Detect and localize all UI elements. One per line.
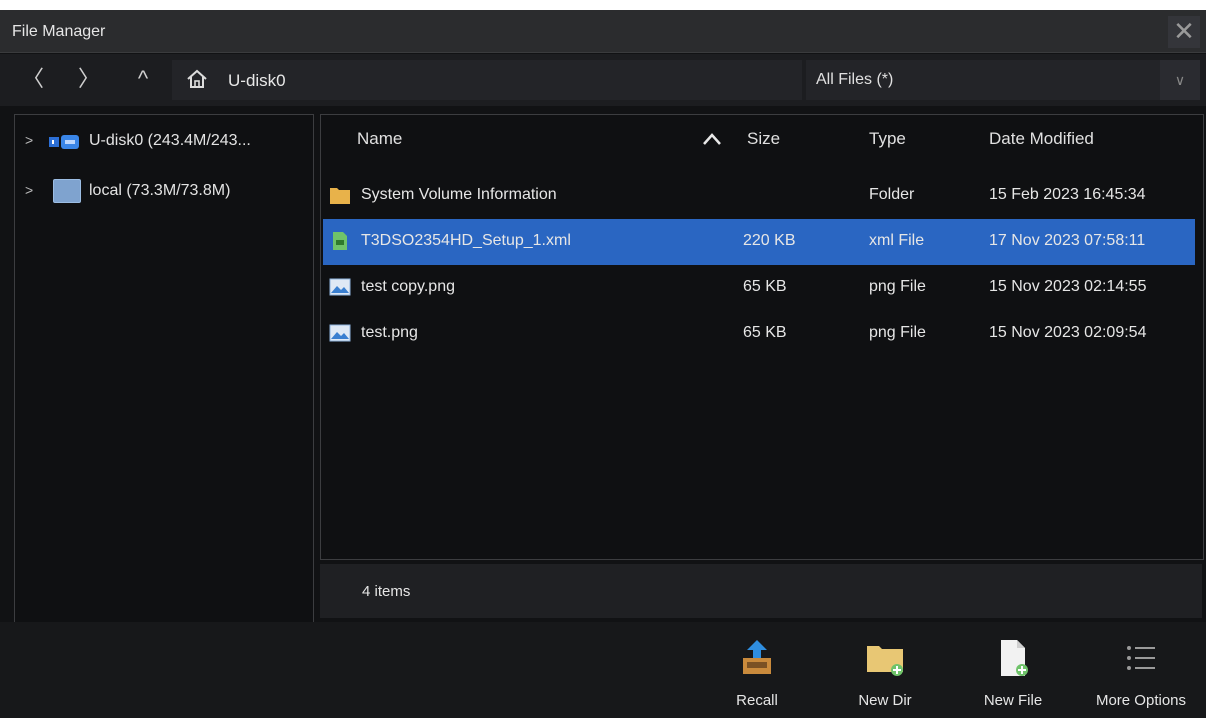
up-button[interactable]: ^ <box>128 64 158 94</box>
more-options-label: More Options <box>1095 692 1187 709</box>
table-row[interactable]: test copy.png 65 KB png File 15 Nov 2023… <box>323 265 1195 311</box>
file-date: 15 Feb 2023 16:45:34 <box>989 186 1146 203</box>
tree-item-u-disk0[interactable]: > U-disk0 (243.4M/243... <box>15 127 313 157</box>
usb-drive-icon <box>49 135 79 149</box>
file-date: 15 Nov 2023 02:14:55 <box>989 278 1147 295</box>
image-file-icon <box>329 324 351 342</box>
chevron-right-icon[interactable]: > <box>25 132 33 148</box>
file-size: 220 KB <box>743 232 796 249</box>
forward-button[interactable]: 〉 <box>74 64 104 94</box>
sort-ascending-icon[interactable] <box>703 133 721 145</box>
back-button[interactable]: 〈 <box>18 64 48 94</box>
file-type: Folder <box>869 186 915 203</box>
column-header-type-label: Type <box>869 129 906 148</box>
file-size: 65 KB <box>743 278 787 295</box>
new-dir-label: New Dir <box>858 692 912 709</box>
drive-tree: > U-disk0 (243.4M/243... > local (73.3M/… <box>14 114 314 624</box>
path-bar[interactable]: U-disk0 <box>172 60 802 100</box>
tree-item-label: local (73.3M/73.8M) <box>89 182 231 199</box>
local-drive-icon <box>53 179 81 203</box>
column-header-name[interactable]: Name <box>321 115 741 165</box>
home-icon[interactable] <box>186 68 208 90</box>
file-type: png File <box>869 324 926 341</box>
table-row[interactable]: test.png 65 KB png File 15 Nov 2023 02:0… <box>323 311 1195 357</box>
file-list: Name Size Type Date Modified System Volu… <box>320 114 1204 560</box>
file-date: 17 Nov 2023 07:58:11 <box>989 232 1146 249</box>
new-file-label: New File <box>983 692 1043 709</box>
image-file-icon <box>329 278 351 296</box>
recall-label: Recall <box>736 692 778 709</box>
file-size: 65 KB <box>743 324 787 341</box>
file-date: 15 Nov 2023 02:09:54 <box>989 324 1147 341</box>
navigation-bar: 〈 〉 ^ U-disk0 All Files (*) ∨ <box>0 54 1206 106</box>
status-bar: 4 items <box>320 564 1202 618</box>
xml-file-icon <box>333 232 347 250</box>
chevron-down-icon[interactable]: ∨ <box>1160 60 1200 100</box>
table-row[interactable]: System Volume Information Folder 15 Feb … <box>323 173 1195 219</box>
item-count: 4 items <box>362 583 411 600</box>
recall-icon <box>743 640 771 674</box>
file-filter-dropdown[interactable]: All Files (*) ∨ <box>806 60 1200 100</box>
more-options-button[interactable]: More Options <box>1086 622 1196 718</box>
bottom-toolbar: Recall New Dir New File More Options <box>0 622 1206 718</box>
column-header-name-label: Name <box>357 129 403 148</box>
file-name: System Volume Information <box>361 186 557 203</box>
file-name: T3DSO2354HD_Setup_1.xml <box>361 232 571 249</box>
file-filter-value: All Files (*) <box>816 71 894 88</box>
tree-item-label: U-disk0 (243.4M/243... <box>89 132 251 149</box>
file-type: png File <box>869 278 926 295</box>
column-header-date-label: Date Modified <box>989 129 1094 148</box>
chevron-right-icon[interactable]: > <box>25 182 33 198</box>
new-dir-button[interactable]: New Dir <box>830 622 940 718</box>
folder-icon <box>330 188 350 204</box>
column-header-size[interactable]: Size <box>741 115 861 165</box>
column-header-size-label: Size <box>747 129 781 148</box>
list-menu-icon <box>1127 646 1155 670</box>
title-bar: File Manager ✕ <box>0 10 1206 53</box>
new-folder-icon <box>867 646 903 676</box>
current-path: U-disk0 <box>228 71 286 90</box>
new-file-icon <box>1001 640 1028 676</box>
close-button[interactable]: ✕ <box>1168 16 1200 48</box>
new-file-button[interactable]: New File <box>958 622 1068 718</box>
file-name: test.png <box>361 324 418 341</box>
tree-item-local[interactable]: > local (73.3M/73.8M) <box>15 177 313 207</box>
column-header-date[interactable]: Date Modified <box>981 115 1193 165</box>
file-type: xml File <box>869 232 925 249</box>
column-header-type[interactable]: Type <box>861 115 981 165</box>
recall-button[interactable]: Recall <box>702 622 812 718</box>
file-name: test copy.png <box>361 278 455 295</box>
window-title: File Manager <box>12 23 106 40</box>
file-manager-window: File Manager ✕ 〈 〉 ^ U-disk0 All Files (… <box>0 10 1206 718</box>
table-row[interactable]: T3DSO2354HD_Setup_1.xml 220 KB xml File … <box>323 219 1195 265</box>
